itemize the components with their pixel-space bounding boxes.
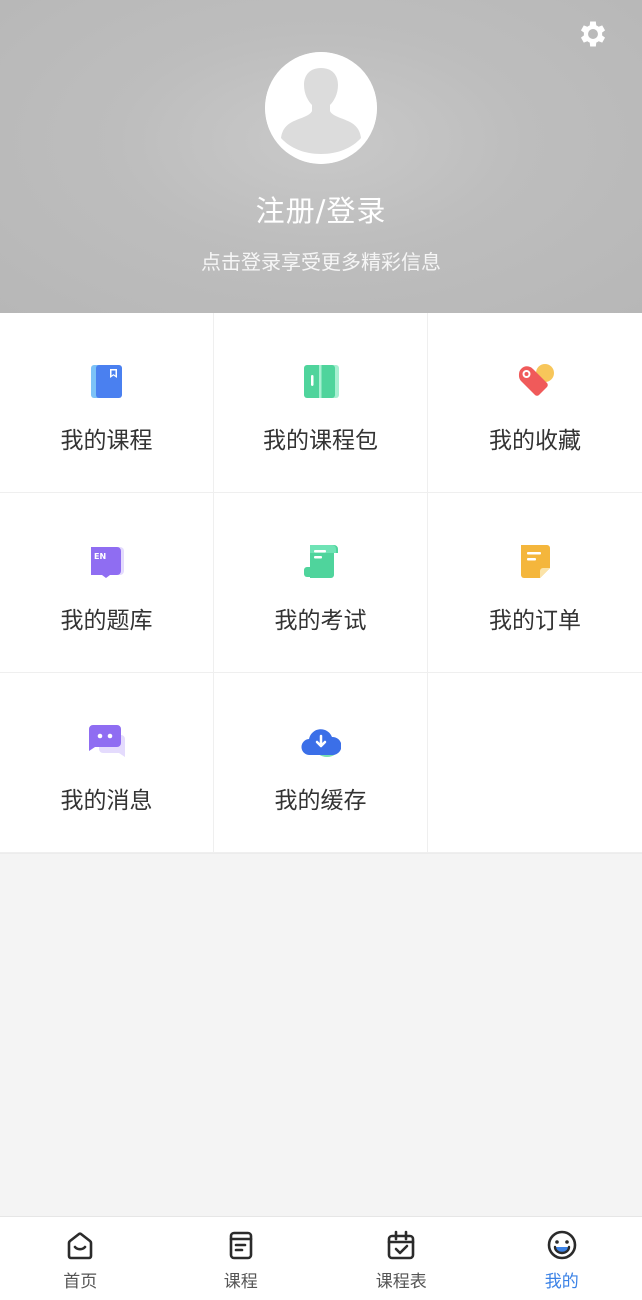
tab-home[interactable]: 首页 bbox=[0, 1217, 161, 1300]
question-bank-icon: EN bbox=[91, 547, 124, 578]
gear-icon bbox=[580, 21, 606, 47]
tab-label: 课程表 bbox=[375, 1272, 427, 1292]
tab-courses[interactable]: 课程 bbox=[161, 1217, 322, 1300]
menu-item-my-messages[interactable]: 我的消息 bbox=[0, 673, 214, 853]
settings-button[interactable] bbox=[576, 17, 610, 51]
menu-item-label: 我的考试 bbox=[274, 608, 367, 634]
menu-item-my-favorites[interactable]: 我的收藏 bbox=[428, 313, 642, 493]
menu-item-my-course-packages[interactable]: 我的课程包 bbox=[214, 313, 428, 493]
course-book-icon bbox=[91, 365, 122, 398]
menu-grid: 我的课程 我的课程包 我的收藏 EN 我的题库 我的考试 我的订单 我的消息 我… bbox=[0, 313, 642, 854]
menu-item-label: 我的课程 bbox=[60, 428, 153, 454]
home-icon bbox=[67, 1232, 93, 1260]
svg-text:EN: EN bbox=[94, 552, 106, 561]
message-bubble-icon bbox=[89, 725, 125, 757]
menu-grid-empty-cell bbox=[428, 673, 642, 853]
menu-item-my-exams[interactable]: 我的考试 bbox=[214, 493, 428, 673]
bottom-tab-bar: 首页 课程 课程表 我的 bbox=[0, 1216, 642, 1300]
menu-item-label: 我的课程包 bbox=[263, 428, 378, 454]
menu-item-label: 我的缓存 bbox=[274, 788, 367, 814]
course-list-icon bbox=[229, 1231, 253, 1260]
login-hint: 点击登录享受更多精彩信息 bbox=[201, 250, 441, 274]
menu-item-my-orders[interactable]: 我的订单 bbox=[428, 493, 642, 673]
smiley-profile-icon bbox=[547, 1230, 577, 1260]
calendar-check-icon bbox=[387, 1230, 415, 1260]
menu-item-my-courses[interactable]: 我的课程 bbox=[0, 313, 214, 493]
order-note-icon bbox=[521, 545, 550, 578]
menu-item-label: 我的订单 bbox=[489, 608, 581, 634]
course-package-icon bbox=[304, 365, 339, 398]
menu-item-label: 我的消息 bbox=[60, 788, 153, 814]
favorite-tag-icon bbox=[518, 364, 554, 396]
menu-item-my-cache[interactable]: 我的缓存 bbox=[214, 673, 428, 853]
tab-label: 我的 bbox=[544, 1272, 579, 1292]
avatar[interactable] bbox=[265, 52, 377, 164]
exam-scroll-icon bbox=[304, 545, 338, 578]
menu-item-label: 我的收藏 bbox=[489, 428, 581, 454]
tab-schedule[interactable]: 课程表 bbox=[321, 1217, 482, 1300]
tab-mine[interactable]: 我的 bbox=[482, 1217, 642, 1300]
login-register-link[interactable]: 注册/登录 bbox=[0, 188, 642, 230]
menu-item-label: 我的题库 bbox=[60, 608, 153, 634]
cloud-download-icon bbox=[301, 729, 341, 757]
profile-header: 注册/登录 点击登录享受更多精彩信息 bbox=[0, 0, 642, 313]
tab-label: 课程 bbox=[223, 1272, 258, 1292]
default-avatar-icon bbox=[265, 52, 377, 164]
tab-label: 首页 bbox=[63, 1272, 98, 1292]
menu-item-my-question-bank[interactable]: EN 我的题库 bbox=[0, 493, 214, 673]
